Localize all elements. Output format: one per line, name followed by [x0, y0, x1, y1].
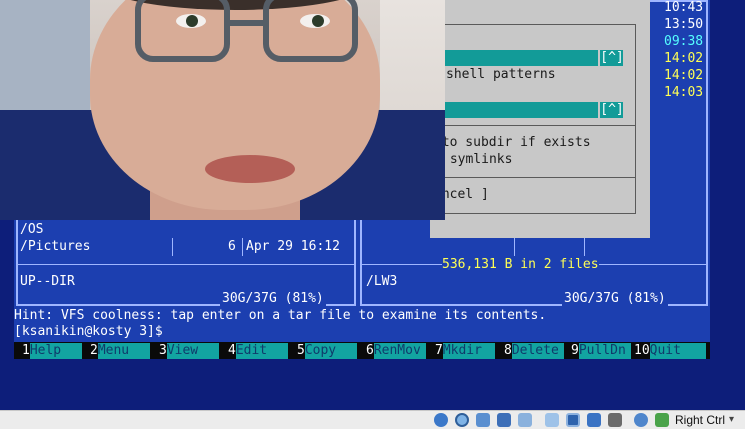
dialog-input-2[interactable]: [^]: [430, 102, 624, 118]
network-icon[interactable]: [497, 413, 511, 427]
clock-time-4: 14:02: [664, 51, 704, 66]
right-column-divider-2: [584, 238, 585, 256]
mouse-integration-icon[interactable]: [634, 413, 648, 427]
dialog-input-1[interactable]: [^]: [430, 50, 624, 66]
clock-time-2: 13:50: [664, 17, 704, 32]
left-mini-status-divider: [18, 264, 354, 265]
fkey-delete[interactable]: 8Delete: [504, 342, 564, 359]
fkey-help[interactable]: 1Help: [22, 342, 82, 359]
clock-time-3: 09:38: [664, 34, 704, 49]
function-key-bar: 1Help 2Menu 3View 4Edit 5Copy 6RenMov 7M…: [14, 342, 710, 359]
fkey-pulldn[interactable]: 9PullDn: [571, 342, 631, 359]
fkey-quit[interactable]: 10Quit: [634, 342, 706, 359]
vm-status-bar: Right Ctrl ▾: [0, 410, 745, 429]
right-mini-status: /LW3: [366, 274, 398, 289]
dialog-symlinks-option[interactable]: symlinks: [442, 152, 513, 168]
webcam-overlay: [0, 0, 445, 220]
fkey-renmov[interactable]: 6RenMov: [366, 342, 426, 359]
dialog-subdir-option[interactable]: nto subdir if exists: [434, 135, 591, 151]
fkey-edit[interactable]: 4Edit: [228, 342, 288, 359]
hard-disk-icon[interactable]: [434, 413, 448, 427]
glasses-bridge: [230, 20, 265, 26]
left-row-size: 6: [228, 239, 236, 254]
shared-folder-icon[interactable]: [545, 413, 559, 427]
chevron-down-icon[interactable]: ▾: [729, 413, 741, 427]
glasses-right-lens-icon: [263, 0, 358, 62]
keyboard-capture-icon[interactable]: [655, 413, 669, 427]
dialog-separator-2: [430, 177, 636, 178]
clock-time-1: 10:43: [664, 0, 704, 15]
fkey-menu[interactable]: 2Menu: [90, 342, 150, 359]
audio-icon[interactable]: [476, 413, 490, 427]
find-file-dialog: [^] shell patterns [^] nto subdir if exi…: [430, 0, 650, 238]
shell-prompt[interactable]: [ksanikin@kosty 3]$: [14, 324, 163, 340]
webcam-mouth: [205, 155, 295, 183]
left-column-divider-2: [242, 238, 243, 256]
host-key-label: Right Ctrl: [674, 413, 725, 427]
glasses-left-lens-icon: [135, 0, 230, 62]
right-column-divider-1: [514, 238, 515, 256]
left-disk-usage: 30G/37G (81%): [220, 291, 326, 307]
display-icon[interactable]: [566, 413, 580, 427]
fkey-view[interactable]: 3View: [159, 342, 219, 359]
right-disk-usage: 30G/37G (81%): [562, 291, 668, 307]
dialog-inner-frame: [^] shell patterns [^] nto subdir if exi…: [430, 24, 636, 214]
fkey-copy[interactable]: 5Copy: [297, 342, 357, 359]
hint-line: Hint: VFS coolness: tap enter on a tar f…: [14, 308, 547, 323]
video-capture-icon[interactable]: [587, 413, 601, 427]
clock-time-5: 14:02: [664, 68, 704, 83]
dialog-shell-patterns-label[interactable]: shell patterns: [446, 67, 556, 83]
fkey-mkdir[interactable]: 7Mkdir: [435, 342, 495, 359]
history-caret-1-icon[interactable]: [^]: [598, 50, 624, 66]
left-row-name[interactable]: /Pictures: [20, 239, 90, 255]
optical-disk-icon[interactable]: [455, 413, 469, 427]
left-row-date: Apr 29 16:12: [246, 239, 340, 254]
right-summary: 536,131 B in 2 files: [442, 257, 599, 273]
left-column-divider-1: [172, 238, 173, 256]
dialog-separator-1: [430, 125, 636, 126]
left-path-os[interactable]: /OS: [20, 222, 43, 238]
usb-icon[interactable]: [518, 413, 532, 427]
cpu-icon[interactable]: [608, 413, 622, 427]
clock-time-6: 14:03: [664, 85, 704, 100]
left-mini-status: UP--DIR: [20, 274, 75, 289]
history-caret-2-icon[interactable]: [^]: [598, 102, 624, 118]
